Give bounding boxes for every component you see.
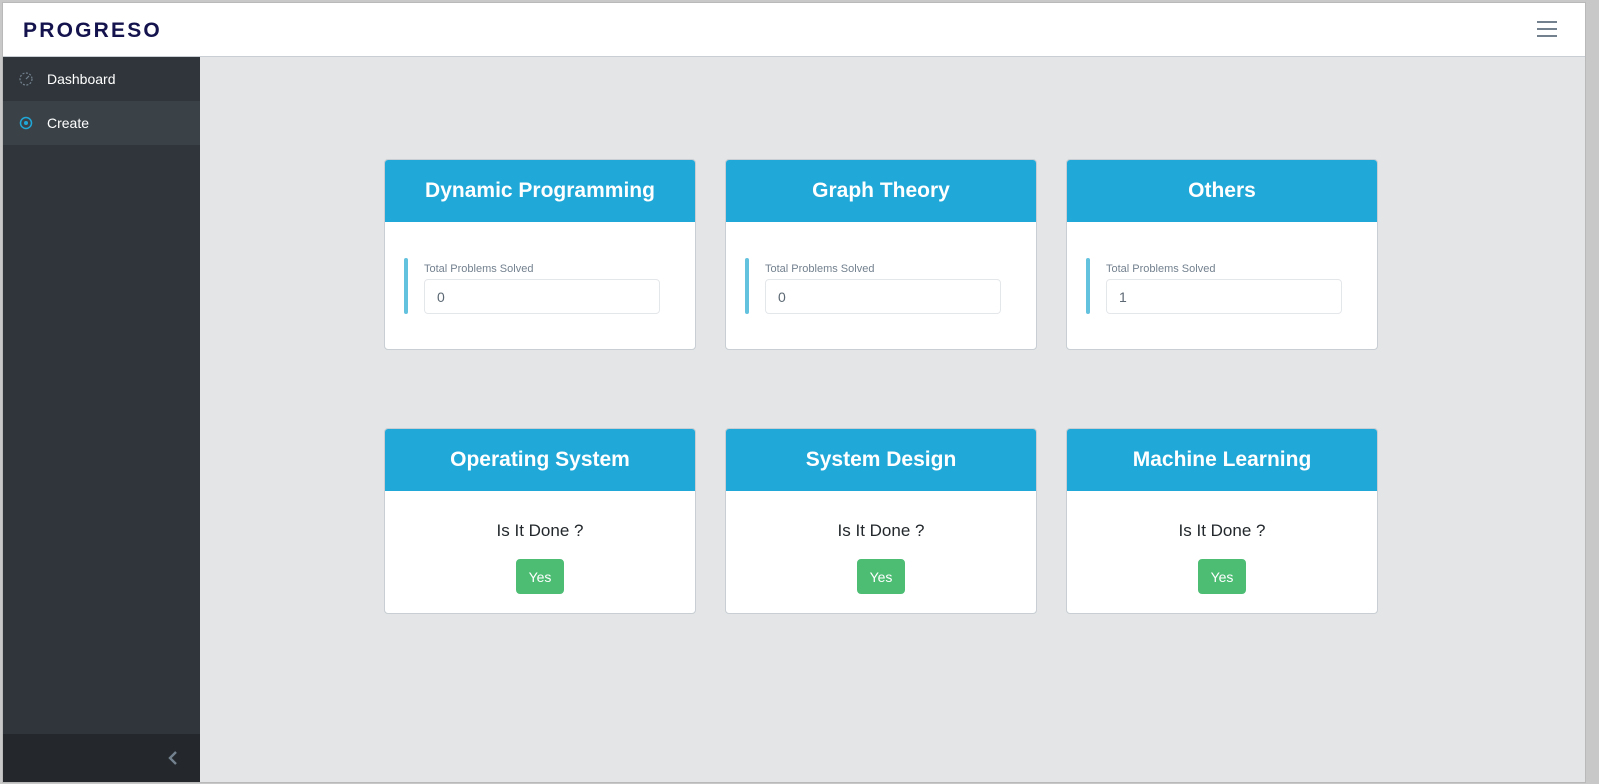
card-body: Is It Done ? Yes (1067, 491, 1377, 613)
sidebar-minimize-chevron-left-icon[interactable] (164, 748, 184, 768)
callout-bar (404, 258, 408, 314)
callout-bar (745, 258, 749, 314)
sidebar-footer (3, 734, 200, 782)
top-navbar: PROGRESO (3, 3, 1585, 57)
speedometer-icon (19, 72, 33, 86)
done-question: Is It Done ? (837, 521, 925, 540)
sidebar: Dashboard Create (3, 57, 200, 782)
total-problems-input[interactable] (424, 279, 660, 314)
card-operating-system: Operating System Is It Done ? Yes (384, 428, 696, 614)
card-body: Total Problems Solved (726, 222, 1036, 349)
yes-button[interactable]: Yes (516, 559, 564, 594)
card-graph-theory: Graph Theory Total Problems Solved (725, 159, 1037, 350)
hamburger-menu-icon[interactable] (1537, 21, 1557, 39)
field-label: Total Problems Solved (424, 263, 534, 275)
card-title: Machine Learning (1067, 429, 1377, 491)
yes-button[interactable]: Yes (1198, 559, 1246, 594)
sidebar-item-label: Create (47, 115, 90, 131)
card-title: System Design (726, 429, 1036, 491)
done-question: Is It Done ? (1178, 521, 1266, 540)
app-window: PROGRESO Dashboard Create Dynamic Progra… (2, 2, 1586, 783)
brand-logo[interactable]: PROGRESO (23, 19, 162, 43)
total-problems-input[interactable] (1106, 279, 1342, 314)
card-body: Total Problems Solved (1067, 222, 1377, 349)
card-title: Others (1067, 160, 1377, 222)
total-problems-input[interactable] (765, 279, 1001, 314)
callout-bar (1086, 258, 1090, 314)
field-label: Total Problems Solved (765, 263, 875, 275)
yes-button[interactable]: Yes (857, 559, 905, 594)
card-machine-learning: Machine Learning Is It Done ? Yes (1066, 428, 1378, 614)
card-body: Is It Done ? Yes (726, 491, 1036, 613)
card-body: Total Problems Solved (385, 222, 695, 349)
sidebar-item-create[interactable]: Create (3, 101, 200, 145)
card-title: Operating System (385, 429, 695, 491)
field-label: Total Problems Solved (1106, 263, 1216, 275)
done-question: Is It Done ? (496, 521, 584, 540)
card-title: Graph Theory (726, 160, 1036, 222)
card-dynamic-programming: Dynamic Programming Total Problems Solve… (384, 159, 696, 350)
card-others: Others Total Problems Solved (1066, 159, 1378, 350)
card-title: Dynamic Programming (385, 160, 695, 222)
card-system-design: System Design Is It Done ? Yes (725, 428, 1037, 614)
card-body: Is It Done ? Yes (385, 491, 695, 613)
target-icon (19, 116, 33, 130)
sidebar-item-dashboard[interactable]: Dashboard (3, 57, 200, 101)
sidebar-item-label: Dashboard (47, 71, 116, 87)
